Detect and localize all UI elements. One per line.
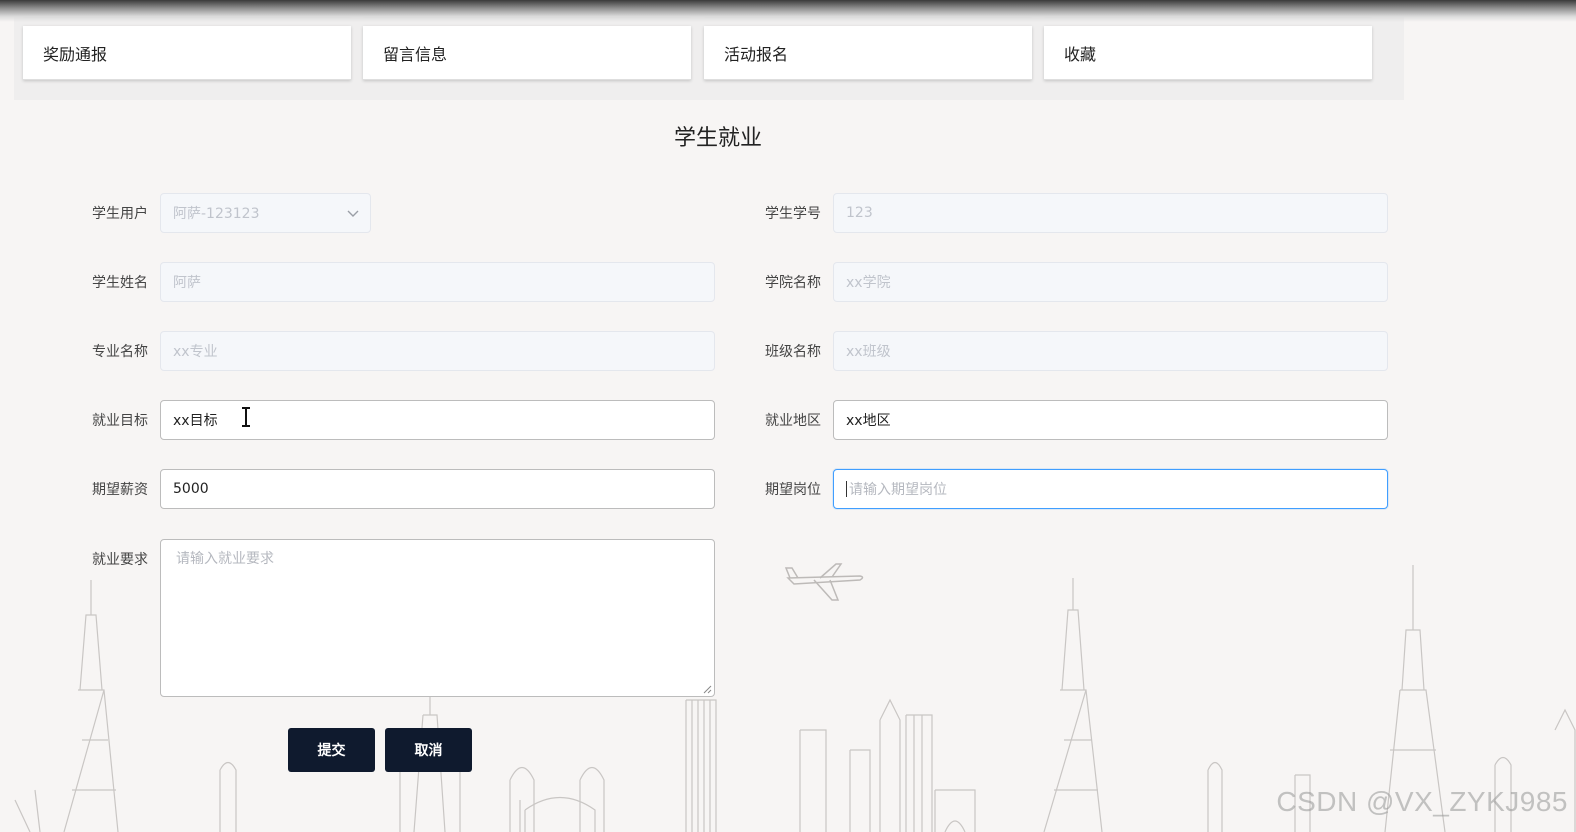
student-user-value: 阿萨-123123	[173, 206, 260, 222]
student-no-label: 学生学号	[765, 206, 821, 222]
major-name-label: 专业名称	[92, 344, 148, 360]
nav-item-label: 活动报名	[724, 44, 789, 64]
job-goal-value: xx目标	[173, 413, 218, 429]
top-scroll-shadow	[0, 0, 1576, 22]
nav-item-activity-signup[interactable]: 活动报名	[704, 26, 1032, 80]
expected-position-label: 期望岗位	[765, 482, 821, 498]
class-name-value: xx班级	[846, 344, 891, 360]
student-user-label: 学生用户	[92, 206, 148, 222]
expected-position-placeholder: 请输入期望岗位	[849, 482, 947, 498]
student-name-label: 学生姓名	[92, 275, 148, 291]
job-region-value: xx地区	[846, 413, 891, 429]
job-goal-label: 就业目标	[92, 413, 148, 429]
page-title: 学生就业	[673, 126, 762, 151]
resize-handle-icon[interactable]	[702, 684, 712, 694]
expected-position-input[interactable]: 请输入期望岗位	[833, 469, 1388, 509]
text-caret	[846, 481, 847, 497]
job-region-label: 就业地区	[765, 413, 821, 429]
class-name-field[interactable]: xx班级	[833, 331, 1388, 371]
nav-item-label: 奖励通报	[43, 44, 108, 64]
text-cursor-icon	[242, 407, 250, 427]
college-name-label: 学院名称	[765, 275, 821, 291]
college-name-value: xx学院	[846, 275, 891, 291]
job-requirement-label: 就业要求	[92, 552, 148, 568]
student-name-value: 阿萨	[173, 275, 201, 291]
nav-item-label: 收藏	[1064, 44, 1097, 64]
college-name-field[interactable]: xx学院	[833, 262, 1388, 302]
expected-salary-input[interactable]: 5000	[160, 469, 715, 509]
chevron-down-icon	[347, 210, 359, 217]
major-name-value: xx专业	[173, 344, 218, 360]
submit-button[interactable]: 提交	[288, 728, 375, 772]
nav-item-label: 留言信息	[383, 44, 448, 64]
airplane-decoration	[784, 563, 864, 601]
cancel-button[interactable]: 取消	[385, 728, 472, 772]
job-region-input[interactable]: xx地区	[833, 400, 1388, 440]
expected-salary-label: 期望薪资	[92, 482, 148, 498]
student-no-value: 123	[846, 205, 873, 221]
nav-item-reward-notice[interactable]: 奖励通报	[23, 26, 351, 80]
class-name-label: 班级名称	[765, 344, 821, 360]
student-name-field[interactable]: 阿萨	[160, 262, 715, 302]
expected-salary-value: 5000	[173, 481, 209, 497]
job-requirement-textarea[interactable]: 请输入就业要求	[160, 539, 715, 697]
job-requirement-placeholder: 请输入就业要求	[176, 551, 274, 567]
major-name-field[interactable]: xx专业	[160, 331, 715, 371]
nav-item-messages[interactable]: 留言信息	[363, 26, 691, 80]
student-user-select[interactable]: 阿萨-123123	[160, 193, 371, 233]
student-no-field[interactable]: 123	[833, 193, 1388, 233]
nav-item-favorites[interactable]: 收藏	[1044, 26, 1372, 80]
watermark-text: CSDN @VX_ZYKJ985	[1276, 786, 1568, 817]
